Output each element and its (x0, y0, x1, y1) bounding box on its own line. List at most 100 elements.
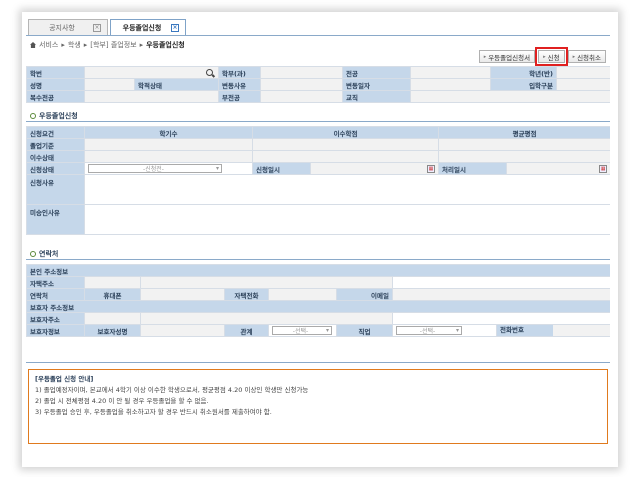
chevron-down-icon: ▾ (325, 327, 329, 334)
email-field[interactable] (391, 288, 610, 301)
chevron-down-icon: ▾ (215, 165, 219, 172)
student-no-field[interactable] (84, 66, 219, 79)
row-status: 이수상태 (26, 150, 85, 163)
content-area: 공지사항 × 우등졸업신청 × 서비스 ▸ 학생 ▸ [학부] 졸업정보 ▸ 우등졸업… (26, 18, 610, 462)
home-phone-field[interactable] (268, 288, 337, 301)
row-criteria: 졸업기준 (26, 138, 85, 151)
calendar-icon[interactable]: ▦ (599, 164, 608, 173)
action-buttons: 우등졸업신청서 신청 신청취소 (478, 47, 606, 66)
close-icon[interactable]: × (171, 23, 179, 32)
col-earned-credits: 이수학점 (252, 126, 440, 139)
contact-table: 본인 주소정보 자택주소 연락처 휴대폰 자택전화 이메일 보호자 주소정보 보… (26, 264, 610, 337)
self-addr-header: 본인 주소정보 (26, 264, 610, 277)
label-double-major: 복수전공 (26, 90, 85, 103)
grade-field (556, 66, 610, 79)
status-semesters (83, 150, 254, 163)
label-status: 학적상태 (134, 78, 219, 91)
breadcrumb: 서비스 ▸ 학생 ▸ [학부] 졸업정보 ▸ 우등졸업신청 (30, 40, 185, 50)
label-grade: 학년(반) (490, 66, 557, 79)
label-email: 이메일 (336, 288, 393, 301)
label-reject-reason: 미승인사유 (26, 204, 85, 235)
reject-reason-textarea[interactable] (83, 204, 610, 235)
tab-notice-label: 공지사항 (49, 23, 75, 32)
zip-field[interactable] (84, 276, 141, 289)
guardian-zip-field[interactable] (84, 312, 141, 325)
double-major-field (84, 90, 219, 103)
tab-bar: 공지사항 × 우등졸업신청 × (28, 19, 188, 35)
change-reason-field (260, 78, 343, 91)
label-process-date: 처리일시 (438, 162, 508, 175)
mobile-field[interactable] (140, 288, 225, 301)
label-dept: 학부(과) (218, 66, 261, 79)
guardian-name-field[interactable] (140, 324, 225, 337)
label-apply-status: 신청상태 (26, 162, 85, 175)
student-info-table: 학번 학부(과) 전공 학년(반) 성명 학적상태 변동사유 변동일자 입학구분… (26, 66, 610, 103)
guardian-addr-field[interactable] (140, 312, 393, 325)
col-semesters: 학기수 (83, 126, 254, 139)
process-date-field[interactable]: ▦ (506, 162, 610, 175)
chevron-down-icon: ▾ (455, 327, 459, 334)
apply-status-cell: -신청전- ▾ (83, 162, 254, 175)
name-field (84, 78, 135, 91)
guide-title: [우등졸업 신청 안내] (35, 375, 94, 383)
criteria-gpa (438, 138, 610, 151)
guide-line: 1) 졸업예정자이며, 본교에서 4학기 이상 이수한 학생으로서, 평균평점 … (35, 386, 309, 394)
label-apply-date: 신청일시 (252, 162, 312, 175)
apply-form-button[interactable]: 우등졸업신청서 (478, 50, 536, 63)
apply-table: 신청요건 학기수 이수학점 평균평점 졸업기준 이수상태 신청상태 -신청전- ▾… (26, 126, 610, 235)
job-select[interactable]: -선택- ▾ (396, 326, 462, 335)
guide-line: 2) 졸업 시 전체평점 4.20 이 안 될 경우 우등졸업을 할 수 없음. (35, 397, 209, 405)
change-date-field (410, 78, 491, 91)
label-change-reason: 변동사유 (218, 78, 261, 91)
divider (26, 362, 610, 363)
tab-notice[interactable]: 공지사항 × (28, 19, 108, 35)
home-addr-detail[interactable] (391, 276, 610, 289)
col-requirement: 신청요건 (26, 126, 85, 139)
tab-honors-apply[interactable]: 우등졸업신청 × (110, 19, 186, 35)
col-gpa: 평균평점 (438, 126, 610, 139)
home-icon (30, 42, 36, 48)
relation-select[interactable]: -선택- ▾ (272, 326, 332, 335)
minor-field (260, 90, 343, 103)
apply-status-value: -신청전- (143, 166, 164, 173)
label-mobile: 휴대폰 (84, 288, 141, 301)
tab-honors-label: 우등졸업신청 (122, 23, 162, 32)
relation-cell: -선택- ▾ (268, 324, 337, 337)
tab-divider (26, 35, 610, 36)
label-admission-type: 입학구분 (490, 78, 557, 91)
phone-cell: 전화번호 (495, 324, 610, 337)
criteria-credits (252, 138, 440, 151)
guide-line: 3) 우등졸업 승인 후, 우등졸업을 취소하고자 할 경우 반드시 취소원서를… (35, 408, 272, 416)
label-name: 성명 (26, 78, 85, 91)
apply-date-field[interactable]: ▦ (310, 162, 440, 175)
calendar-icon[interactable]: ▦ (427, 164, 436, 173)
guardian-addr-detail[interactable] (391, 312, 610, 325)
breadcrumb-item: 서비스 (39, 41, 59, 49)
label-phone: 전화번호 (497, 325, 553, 336)
cert-field (410, 90, 610, 103)
apply-button[interactable]: 신청 (535, 47, 568, 66)
breadcrumb-item: [학부] 졸업정보 (90, 41, 137, 49)
label-job: 직업 (336, 324, 393, 337)
breadcrumb-item: 학생 (67, 41, 81, 49)
label-contact: 연락처 (26, 288, 85, 301)
guardian-addr-header: 보호자 주소정보 (26, 300, 610, 313)
close-icon[interactable]: × (93, 23, 101, 32)
label-student-no: 학번 (26, 66, 85, 79)
major-field (410, 66, 491, 79)
search-icon[interactable] (206, 68, 215, 78)
admission-type-field (556, 78, 610, 91)
label-guardian-addr: 보호자주소 (26, 312, 85, 325)
cancel-apply-button[interactable]: 신청취소 (567, 50, 606, 63)
home-addr-field[interactable] (140, 276, 393, 289)
label-apply-reason: 신청사유 (26, 174, 85, 205)
criteria-semesters (83, 138, 254, 151)
job-value: -선택- (419, 328, 436, 335)
label-change-date: 변동일자 (342, 78, 411, 91)
label-home-phone: 자택전화 (224, 288, 269, 301)
job-cell: -선택- ▾ (392, 324, 497, 337)
relation-value: -선택- (292, 328, 309, 335)
label-cert: 교직 (342, 90, 411, 103)
apply-reason-textarea[interactable] (83, 174, 610, 205)
apply-status-select[interactable]: -신청전- ▾ (88, 164, 222, 173)
